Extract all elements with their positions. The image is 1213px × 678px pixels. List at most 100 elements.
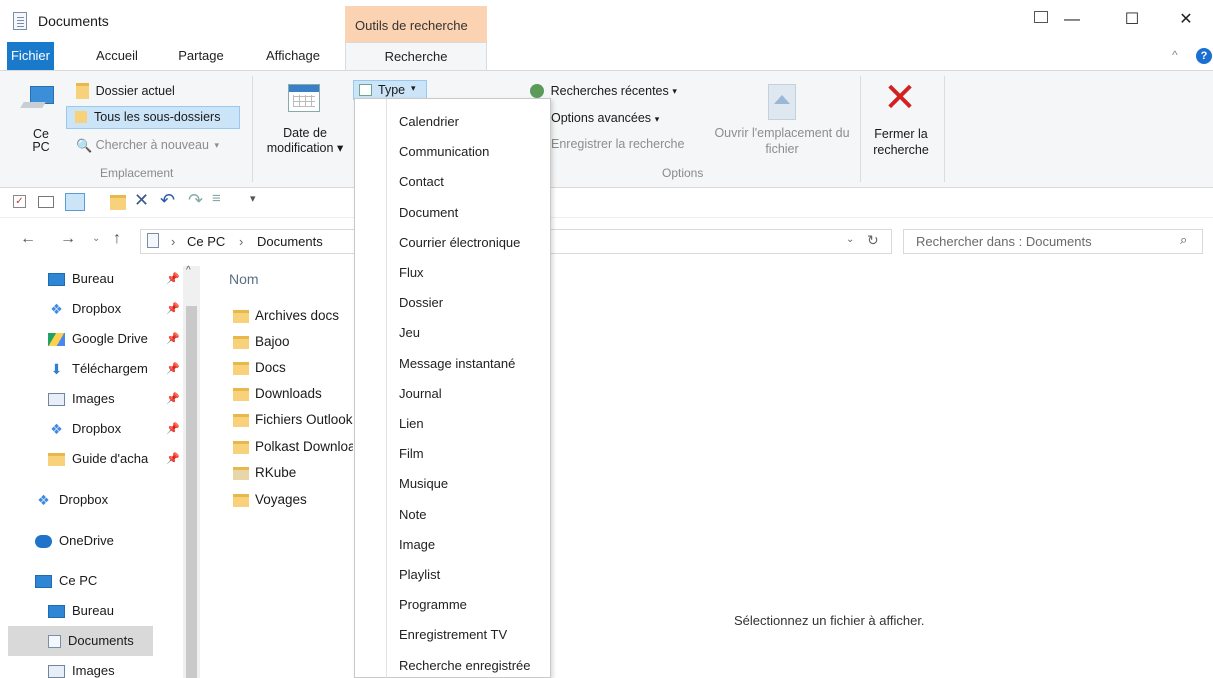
- type-menu-item[interactable]: Document: [399, 205, 458, 220]
- nav-item-quick-access[interactable]: ❖ Dropbox 📌: [48, 414, 179, 444]
- date-modification-button[interactable]: Date de modification ▾: [262, 126, 348, 156]
- file-list-item[interactable]: Voyages: [233, 487, 353, 513]
- type-menu-item[interactable]: Message instantané: [399, 356, 515, 371]
- type-menu-item[interactable]: Calendrier: [399, 114, 459, 129]
- tous-sous-dossiers-button[interactable]: Tous les sous-dossiers: [66, 106, 240, 129]
- forward-icon[interactable]: →: [60, 230, 76, 248]
- customize-qat-icon[interactable]: ▾: [250, 192, 256, 205]
- type-menu-item[interactable]: Journal: [399, 386, 442, 401]
- search-input[interactable]: Rechercher dans : Documents ⌕: [903, 229, 1203, 254]
- tab-affichage[interactable]: Affichage: [253, 42, 333, 70]
- minimize-button[interactable]: —: [1052, 6, 1092, 34]
- tab-partage[interactable]: Partage: [166, 42, 236, 70]
- nav-item-quick-access[interactable]: ❖ Dropbox 📌: [48, 294, 179, 324]
- type-menu-item[interactable]: Playlist: [399, 567, 440, 582]
- type-menu-item[interactable]: Contact: [399, 174, 444, 189]
- nav-item-quick-access[interactable]: Images 📌: [48, 384, 180, 414]
- file-list-item[interactable]: Fichiers Outlook: [233, 407, 353, 433]
- redo-icon[interactable]: ↷: [188, 190, 203, 211]
- pin-icon: 📌: [166, 273, 180, 285]
- chevron-down-icon: ▾: [654, 114, 660, 124]
- tab-accueil[interactable]: Accueil: [82, 42, 152, 70]
- type-menu-item[interactable]: Jeu: [399, 325, 420, 340]
- type-dropdown-button[interactable]: Type ▾: [353, 80, 427, 100]
- file-list-item[interactable]: Polkast Downloads: [233, 434, 353, 460]
- recherches-recentes-button[interactable]: Recherches récentes ▾: [530, 82, 677, 98]
- type-menu-item[interactable]: Film: [399, 446, 424, 461]
- options-avancees-button[interactable]: Options avancées ▾: [551, 110, 659, 125]
- nav-item-quick-access[interactable]: ⬇ Téléchargem 📌: [48, 354, 180, 384]
- new-folder-icon[interactable]: [110, 195, 126, 210]
- nav-item-root[interactable]: Ce PC: [35, 566, 97, 596]
- file-list-item[interactable]: RKube: [233, 460, 353, 486]
- scroll-up-icon[interactable]: ^: [186, 265, 191, 276]
- dropbox-icon: ❖: [50, 421, 63, 438]
- ouvrir-emplacement-button[interactable]: Ouvrir l'emplacement du fichier: [708, 125, 856, 157]
- recent-locations-icon[interactable]: ⌄: [92, 233, 100, 244]
- details-pane-icon[interactable]: [65, 193, 85, 211]
- pin-icon: 📌: [166, 453, 180, 465]
- nav-item-this-pc-child[interactable]: Images: [48, 656, 115, 678]
- nav-scrollbar-thumb[interactable]: [186, 306, 197, 678]
- window-title: Documents: [38, 13, 109, 29]
- type-menu-item[interactable]: Lien: [399, 416, 424, 431]
- file-list-item[interactable]: Downloads: [233, 381, 353, 407]
- type-menu-item[interactable]: Musique: [399, 476, 448, 491]
- breadcrumb-documents[interactable]: Documents: [257, 234, 323, 249]
- collapse-ribbon-icon[interactable]: ^: [1172, 48, 1178, 62]
- type-menu-item[interactable]: Recherche enregistrée: [399, 658, 531, 673]
- undo-icon[interactable]: ↶: [160, 190, 175, 211]
- this-pc-icon[interactable]: [20, 82, 56, 114]
- up-icon[interactable]: ↑: [113, 230, 121, 248]
- type-menu-item[interactable]: Note: [399, 507, 426, 522]
- calendar-icon[interactable]: [288, 84, 320, 112]
- this-pc-button-label[interactable]: Ce PC: [27, 128, 55, 154]
- documents-icon: [147, 233, 159, 248]
- type-menu-item[interactable]: Courrier électronique: [399, 235, 520, 250]
- close-search-icon[interactable]: ✕: [882, 78, 918, 118]
- tab-fichier[interactable]: Fichier: [7, 42, 54, 70]
- column-header-nom[interactable]: Nom: [229, 271, 259, 287]
- help-icon[interactable]: ?: [1196, 48, 1212, 64]
- dossier-actuel-button[interactable]: Dossier actuel: [76, 82, 175, 102]
- nav-item-quick-access[interactable]: Guide d'acha 📌: [48, 444, 180, 474]
- file-name: RKube: [255, 465, 297, 480]
- chercher-nouveau-button[interactable]: 🔍 Chercher à nouveau ▾: [76, 136, 219, 153]
- search-icon[interactable]: ⌕: [1180, 232, 1187, 248]
- maximize-button[interactable]: ☐: [1112, 6, 1152, 34]
- properties-icon[interactable]: ✓: [13, 195, 26, 208]
- file-list-item[interactable]: Docs: [233, 355, 353, 381]
- close-button[interactable]: ✕: [1166, 6, 1206, 34]
- rename-icon[interactable]: ≡: [212, 190, 221, 207]
- preview-message: Sélectionnez un fichier à afficher.: [734, 613, 925, 628]
- file-list-item[interactable]: Archives docs: [233, 303, 353, 329]
- type-menu-item[interactable]: Image: [399, 537, 435, 552]
- subfolders-icon: [75, 111, 87, 123]
- type-menu-item[interactable]: Enregistrement TV: [399, 627, 507, 642]
- chevron-down-icon[interactable]: ⌄: [846, 234, 854, 245]
- enregistrer-recherche-button[interactable]: Enregistrer la recherche: [551, 137, 684, 151]
- title-bar: [0, 0, 1213, 42]
- delete-icon[interactable]: ✕: [134, 190, 149, 211]
- nav-item-this-pc-child[interactable]: Bureau: [48, 596, 114, 626]
- nav-item-root[interactable]: ❖ Dropbox: [35, 485, 108, 515]
- nav-item-root[interactable]: OneDrive: [35, 526, 114, 556]
- back-icon[interactable]: ←: [20, 230, 36, 248]
- preview-pane-icon[interactable]: [38, 196, 54, 208]
- nav-item-quick-access[interactable]: Google Drive 📌: [48, 324, 180, 354]
- file-list-item[interactable]: Bajoo: [233, 329, 353, 355]
- type-menu-item[interactable]: Communication: [399, 144, 489, 159]
- tab-recherche[interactable]: Recherche: [345, 42, 487, 71]
- breadcrumb-ce-pc[interactable]: Ce PC: [187, 234, 225, 249]
- type-menu-item[interactable]: Flux: [399, 265, 424, 280]
- type-menu-item[interactable]: Dossier: [399, 295, 443, 310]
- snap-icon[interactable]: [1034, 11, 1048, 23]
- nav-item-this-pc-child[interactable]: Documents: [48, 626, 134, 656]
- desktop-icon: [48, 273, 65, 287]
- type-menu-item[interactable]: Programme: [399, 597, 467, 612]
- nav-item-quick-access[interactable]: Bureau 📌: [48, 264, 180, 294]
- nav-item-label: Images: [72, 391, 115, 406]
- fermer-recherche-button[interactable]: Fermer la recherche: [866, 126, 936, 158]
- type-icon: [359, 84, 372, 96]
- refresh-icon[interactable]: ↻: [867, 232, 879, 249]
